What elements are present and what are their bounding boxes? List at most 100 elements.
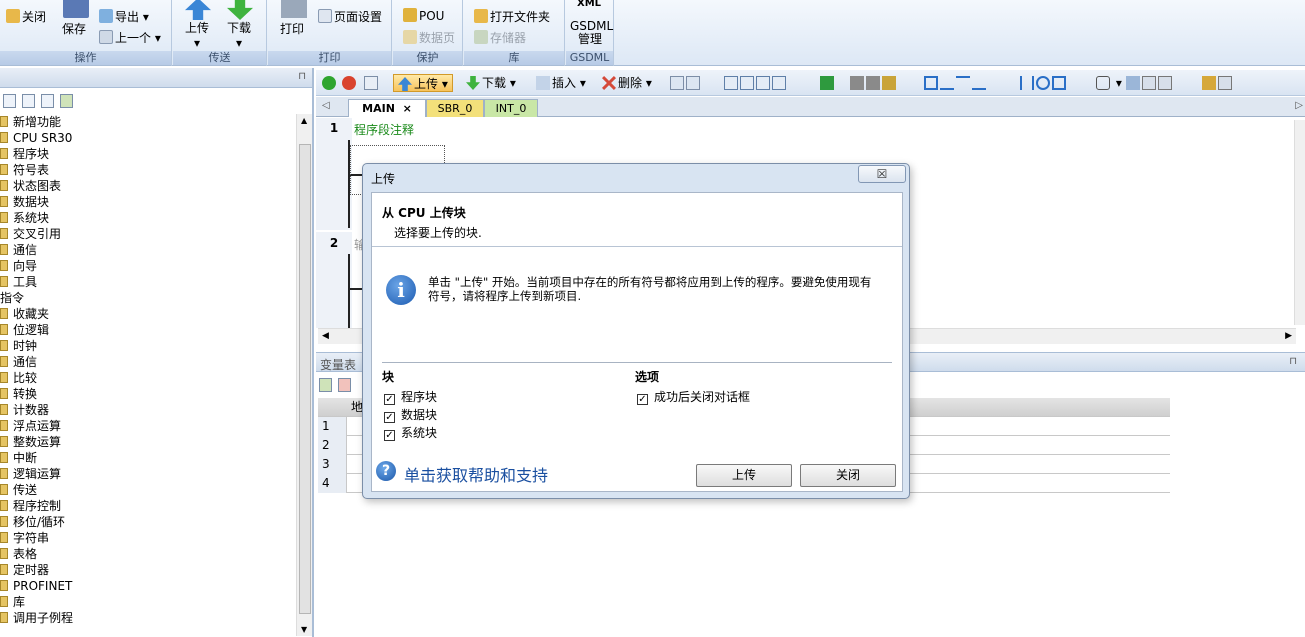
tree-item[interactable]: 浮点运算 xyxy=(0,418,296,434)
open-folder-button[interactable]: 打开文件夹 xyxy=(474,8,550,25)
tree-item[interactable]: 表格 xyxy=(0,546,296,562)
tools-icon[interactable] xyxy=(1202,74,1234,92)
goto-icon[interactable] xyxy=(820,74,836,92)
compile-icon[interactable] xyxy=(364,74,380,92)
tree-item[interactable]: 中断 xyxy=(0,450,296,466)
tree-item[interactable]: 数据块 xyxy=(0,194,296,210)
tab-main[interactable]: MAIN × xyxy=(348,99,426,117)
delete-row-icon[interactable] xyxy=(338,378,351,392)
grid-icon[interactable] xyxy=(41,94,54,108)
gsdml-manage-button[interactable]: GSDML 管理 xyxy=(570,20,613,46)
tree-item[interactable]: PROFINET xyxy=(0,578,296,594)
tree-item[interactable]: 符号表 xyxy=(0,162,296,178)
tree-section-instructions[interactable]: 指令 xyxy=(0,290,296,306)
tree-item[interactable]: 调用子例程 xyxy=(0,610,296,626)
contact-line-icon[interactable] xyxy=(924,74,988,92)
tab-int0[interactable]: INT_0 xyxy=(484,99,538,117)
checkbox[interactable]: ✓ xyxy=(384,430,395,441)
view-icon[interactable] xyxy=(3,94,16,108)
bookmark-icon[interactable] xyxy=(724,74,788,92)
pin-icon[interactable]: ⊓ xyxy=(1289,356,1297,367)
tree-item[interactable]: 程序块 xyxy=(0,146,296,162)
tree-item[interactable]: 库 xyxy=(0,594,296,610)
upload-arrow-icon xyxy=(185,0,211,20)
checkbox-row[interactable]: ✓ 成功后关闭对话框 xyxy=(637,388,750,406)
tab-scroll-left-icon[interactable]: ◁ xyxy=(322,100,330,111)
folder-icon xyxy=(0,404,8,415)
scroll-left-icon[interactable]: ◀ xyxy=(322,331,329,341)
tab-close-icon[interactable]: × xyxy=(403,102,412,115)
tree-item[interactable]: 程序控制 xyxy=(0,498,296,514)
tree-item[interactable]: 传送 xyxy=(0,482,296,498)
page-setup-button[interactable]: 页面设置 xyxy=(318,8,382,25)
data-page-protect-button[interactable]: 数据页 xyxy=(403,29,455,46)
row-number: 2 xyxy=(318,436,347,455)
tree-scrollbar[interactable]: ▲ ▼ xyxy=(296,114,312,636)
folder-icon xyxy=(0,148,8,159)
tree-item[interactable]: 新增功能 xyxy=(0,114,296,130)
network-comment[interactable]: 程序段注释 xyxy=(354,121,414,138)
ribbon-download-button[interactable]: 下载 ▾ xyxy=(227,19,251,50)
previous-button[interactable]: 上一个 ▾ xyxy=(99,29,161,46)
checkbox-row[interactable]: ✓ 程序块 xyxy=(384,388,437,406)
checkbox-row[interactable]: ✓ 数据块 xyxy=(384,406,437,424)
tree-item[interactable]: 工具 xyxy=(0,274,296,290)
tree-item[interactable]: 系统块 xyxy=(0,210,296,226)
tree-item[interactable]: 转换 xyxy=(0,386,296,402)
contact-coil-icon[interactable] xyxy=(1020,74,1068,92)
checkbox[interactable]: ✓ xyxy=(637,394,648,405)
close-project-button[interactable]: 关闭 xyxy=(6,8,46,25)
tab-sbr0[interactable]: SBR_0 xyxy=(426,99,484,117)
export-button[interactable]: 导出 ▾ xyxy=(99,8,149,25)
tree-item[interactable]: 向导 xyxy=(0,258,296,274)
pin-icon[interactable]: ⊓ xyxy=(298,71,306,82)
scroll-thumb[interactable] xyxy=(299,144,311,614)
tree-item[interactable]: 交叉引用 xyxy=(0,226,296,242)
toolbar-delete-button[interactable]: 删除 ▾ xyxy=(602,74,652,92)
memory-button[interactable]: 存储器 xyxy=(474,29,526,46)
box-icon[interactable]: ▾ xyxy=(1096,74,1174,92)
tree-icon[interactable] xyxy=(60,94,73,108)
help-icon[interactable]: ? xyxy=(376,461,396,481)
tree-item[interactable]: 字符串 xyxy=(0,530,296,546)
page-icon[interactable] xyxy=(22,94,35,108)
tree-item[interactable]: 通信 xyxy=(0,242,296,258)
upload-button[interactable]: 上传 xyxy=(696,464,792,487)
print-button[interactable]: 打印 xyxy=(280,20,304,37)
tree-item[interactable]: 状态图表 xyxy=(0,178,296,194)
tree-item[interactable]: 位逻辑 xyxy=(0,322,296,338)
checkbox-row[interactable]: ✓ 系统块 xyxy=(384,424,437,442)
pou-protect-button[interactable]: POU xyxy=(403,8,444,23)
close-button[interactable]: 关闭 xyxy=(800,464,896,487)
help-link[interactable]: 单击获取帮助和支持 xyxy=(404,462,548,486)
checkbox-label: 程序块 xyxy=(401,390,438,404)
scroll-down-icon[interactable]: ▼ xyxy=(301,625,307,634)
scroll-right-icon[interactable]: ▶ xyxy=(1285,331,1292,341)
close-icon[interactable]: ☒ xyxy=(858,165,906,183)
tab-scroll-right-icon[interactable]: ▷ xyxy=(1295,100,1303,111)
tree-item[interactable]: 定时器 xyxy=(0,562,296,578)
tree-item[interactable]: 收藏夹 xyxy=(0,306,296,322)
tree-item[interactable]: 整数运算 xyxy=(0,434,296,450)
tree-item[interactable]: 计数器 xyxy=(0,402,296,418)
tree-item[interactable]: 通信 xyxy=(0,354,296,370)
toolbar-insert-button[interactable]: 插入 ▾ xyxy=(536,74,586,92)
ladder-vscrollbar[interactable] xyxy=(1294,120,1305,325)
tree-item[interactable]: CPU SR30 xyxy=(0,130,296,146)
toolbar-download-button[interactable]: 下载 ▾ xyxy=(466,74,516,92)
tree-item[interactable]: 逻辑运算 xyxy=(0,466,296,482)
ribbon-upload-button[interactable]: 上传 ▾ xyxy=(185,19,209,50)
checkbox[interactable]: ✓ xyxy=(384,394,395,405)
save-button[interactable]: 保存 xyxy=(62,20,86,37)
tree-item[interactable]: 时钟 xyxy=(0,338,296,354)
lock-icon[interactable] xyxy=(850,74,898,92)
network-icon[interactable] xyxy=(670,74,702,92)
toolbar-upload-button[interactable]: 上传 ▾ xyxy=(393,74,453,92)
scroll-up-icon[interactable]: ▲ xyxy=(301,116,307,125)
run-icon[interactable] xyxy=(322,74,338,92)
tree-item[interactable]: 比较 xyxy=(0,370,296,386)
insert-row-icon[interactable] xyxy=(319,378,332,392)
stop-icon[interactable] xyxy=(342,74,358,92)
checkbox[interactable]: ✓ xyxy=(384,412,395,423)
tree-item[interactable]: 移位/循环 xyxy=(0,514,296,530)
